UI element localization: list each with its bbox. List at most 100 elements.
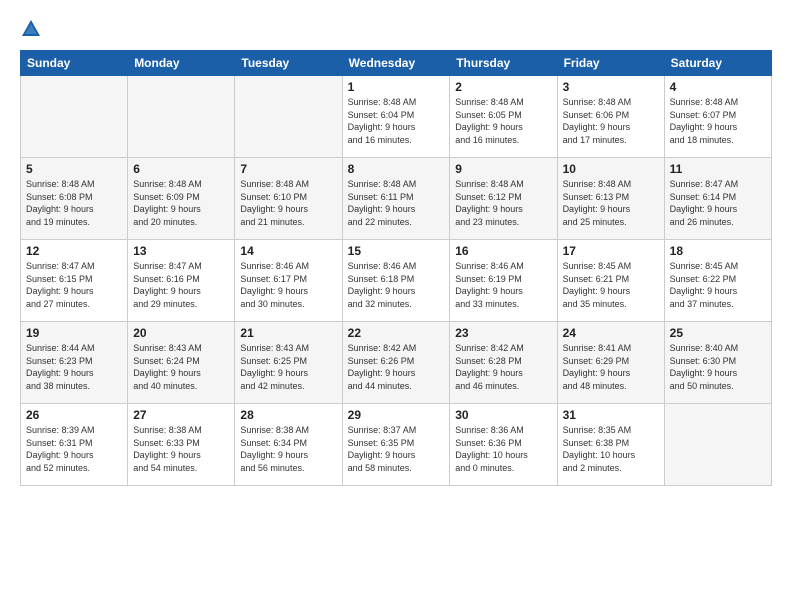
day-number: 25 — [670, 326, 766, 340]
day-info: Sunrise: 8:46 AM Sunset: 6:18 PM Dayligh… — [348, 260, 445, 310]
day-number: 3 — [563, 80, 659, 94]
calendar-week-row: 19 Sunrise: 8:44 AM Sunset: 6:23 PM Dayli… — [21, 322, 772, 404]
calendar-day-cell: 2 Sunrise: 8:48 AM Sunset: 6:05 PM Daylig… — [450, 76, 557, 158]
day-number: 13 — [133, 244, 229, 258]
day-info: Sunrise: 8:48 AM Sunset: 6:07 PM Dayligh… — [670, 96, 766, 146]
calendar-day-cell: 30Sunrise: 8:36 AM Sunset: 6:36 PM Dayli… — [450, 404, 557, 486]
weekday-header: Tuesday — [235, 51, 342, 76]
day-number: 24 — [563, 326, 659, 340]
calendar-day-cell: 3 Sunrise: 8:48 AM Sunset: 6:06 PM Daylig… — [557, 76, 664, 158]
day-number: 5 — [26, 162, 122, 176]
day-number: 6 — [133, 162, 229, 176]
day-number: 28 — [240, 408, 336, 422]
day-info: Sunrise: 8:48 AM Sunset: 6:13 PM Dayligh… — [563, 178, 659, 228]
calendar-day-cell: 13 Sunrise: 8:47 AM Sunset: 6:16 PM Dayli… — [128, 240, 235, 322]
day-number: 27 — [133, 408, 229, 422]
day-number: 12 — [26, 244, 122, 258]
day-info: Sunrise: 8:48 AM Sunset: 6:12 PM Dayligh… — [455, 178, 551, 228]
calendar-day-cell: 22 Sunrise: 8:42 AM Sunset: 6:26 PM Dayli… — [342, 322, 450, 404]
day-number: 10 — [563, 162, 659, 176]
calendar-day-cell: 21 Sunrise: 8:43 AM Sunset: 6:25 PM Dayli… — [235, 322, 342, 404]
weekday-header: Wednesday — [342, 51, 450, 76]
weekday-header: Sunday — [21, 51, 128, 76]
day-number: 2 — [455, 80, 551, 94]
calendar-day-cell: 18Sunrise: 8:45 AM Sunset: 6:22 PM Dayli… — [664, 240, 771, 322]
header — [20, 18, 772, 40]
calendar-day-cell: 8 Sunrise: 8:48 AM Sunset: 6:11 PM Daylig… — [342, 158, 450, 240]
day-info: Sunrise: 8:48 AM Sunset: 6:10 PM Dayligh… — [240, 178, 336, 228]
calendar-day-cell: 24 Sunrise: 8:41 AM Sunset: 6:29 PM Dayli… — [557, 322, 664, 404]
calendar-day-cell: 23Sunrise: 8:42 AM Sunset: 6:28 PM Dayli… — [450, 322, 557, 404]
weekday-header: Monday — [128, 51, 235, 76]
day-info: Sunrise: 8:44 AM Sunset: 6:23 PM Dayligh… — [26, 342, 122, 392]
day-number: 11 — [670, 162, 766, 176]
day-number: 8 — [348, 162, 445, 176]
day-info: Sunrise: 8:48 AM Sunset: 6:04 PM Dayligh… — [348, 96, 445, 146]
day-number: 19 — [26, 326, 122, 340]
day-number: 21 — [240, 326, 336, 340]
day-info: Sunrise: 8:37 AM Sunset: 6:35 PM Dayligh… — [348, 424, 445, 474]
day-info: Sunrise: 8:48 AM Sunset: 6:09 PM Dayligh… — [133, 178, 229, 228]
day-number: 17 — [563, 244, 659, 258]
calendar-header-row: SundayMondayTuesdayWednesdayThursdayFrid… — [21, 51, 772, 76]
calendar-day-cell: 14 Sunrise: 8:46 AM Sunset: 6:17 PM Dayli… — [235, 240, 342, 322]
calendar-day-cell: 4 Sunrise: 8:48 AM Sunset: 6:07 PM Daylig… — [664, 76, 771, 158]
calendar-day-cell: 5Sunrise: 8:48 AM Sunset: 6:08 PM Daylig… — [21, 158, 128, 240]
weekday-header: Friday — [557, 51, 664, 76]
calendar-day-cell — [235, 76, 342, 158]
day-info: Sunrise: 8:35 AM Sunset: 6:38 PM Dayligh… — [563, 424, 659, 474]
calendar-table: SundayMondayTuesdayWednesdayThursdayFrid… — [20, 50, 772, 486]
calendar-day-cell: 28Sunrise: 8:38 AM Sunset: 6:34 PM Dayli… — [235, 404, 342, 486]
calendar-day-cell — [128, 76, 235, 158]
calendar-day-cell: 9 Sunrise: 8:48 AM Sunset: 6:12 PM Daylig… — [450, 158, 557, 240]
day-info: Sunrise: 8:47 AM Sunset: 6:14 PM Dayligh… — [670, 178, 766, 228]
calendar-day-cell: 7Sunrise: 8:48 AM Sunset: 6:10 PM Daylig… — [235, 158, 342, 240]
day-number: 15 — [348, 244, 445, 258]
day-info: Sunrise: 8:45 AM Sunset: 6:21 PM Dayligh… — [563, 260, 659, 310]
calendar-day-cell: 17 Sunrise: 8:45 AM Sunset: 6:21 PM Dayli… — [557, 240, 664, 322]
calendar-day-cell: 15 Sunrise: 8:46 AM Sunset: 6:18 PM Dayli… — [342, 240, 450, 322]
day-info: Sunrise: 8:41 AM Sunset: 6:29 PM Dayligh… — [563, 342, 659, 392]
logo — [20, 18, 46, 40]
calendar-day-cell: 26 Sunrise: 8:39 AM Sunset: 6:31 PM Dayli… — [21, 404, 128, 486]
calendar-day-cell — [664, 404, 771, 486]
day-info: Sunrise: 8:45 AM Sunset: 6:22 PM Dayligh… — [670, 260, 766, 310]
calendar-day-cell: 20 Sunrise: 8:43 AM Sunset: 6:24 PM Dayli… — [128, 322, 235, 404]
day-info: Sunrise: 8:48 AM Sunset: 6:05 PM Dayligh… — [455, 96, 551, 146]
calendar-day-cell: 16Sunrise: 8:46 AM Sunset: 6:19 PM Dayli… — [450, 240, 557, 322]
calendar-day-cell: 31 Sunrise: 8:35 AM Sunset: 6:38 PM Dayli… — [557, 404, 664, 486]
calendar-day-cell — [21, 76, 128, 158]
day-info: Sunrise: 8:39 AM Sunset: 6:31 PM Dayligh… — [26, 424, 122, 474]
calendar-day-cell: 29Sunrise: 8:37 AM Sunset: 6:35 PM Dayli… — [342, 404, 450, 486]
day-number: 1 — [348, 80, 445, 94]
day-info: Sunrise: 8:46 AM Sunset: 6:17 PM Dayligh… — [240, 260, 336, 310]
day-number: 20 — [133, 326, 229, 340]
day-info: Sunrise: 8:47 AM Sunset: 6:15 PM Dayligh… — [26, 260, 122, 310]
calendar-day-cell: 10 Sunrise: 8:48 AM Sunset: 6:13 PM Dayli… — [557, 158, 664, 240]
day-info: Sunrise: 8:40 AM Sunset: 6:30 PM Dayligh… — [670, 342, 766, 392]
day-info: Sunrise: 8:48 AM Sunset: 6:11 PM Dayligh… — [348, 178, 445, 228]
day-number: 14 — [240, 244, 336, 258]
calendar-day-cell: 27Sunrise: 8:38 AM Sunset: 6:33 PM Dayli… — [128, 404, 235, 486]
day-number: 4 — [670, 80, 766, 94]
weekday-header: Saturday — [664, 51, 771, 76]
day-info: Sunrise: 8:47 AM Sunset: 6:16 PM Dayligh… — [133, 260, 229, 310]
calendar-week-row: 5Sunrise: 8:48 AM Sunset: 6:08 PM Daylig… — [21, 158, 772, 240]
day-info: Sunrise: 8:48 AM Sunset: 6:06 PM Dayligh… — [563, 96, 659, 146]
day-info: Sunrise: 8:42 AM Sunset: 6:26 PM Dayligh… — [348, 342, 445, 392]
calendar-week-row: 1 Sunrise: 8:48 AM Sunset: 6:04 PM Daylig… — [21, 76, 772, 158]
day-number: 30 — [455, 408, 551, 422]
day-number: 26 — [26, 408, 122, 422]
calendar-day-cell: 12 Sunrise: 8:47 AM Sunset: 6:15 PM Dayli… — [21, 240, 128, 322]
calendar-day-cell: 25 Sunrise: 8:40 AM Sunset: 6:30 PM Dayli… — [664, 322, 771, 404]
calendar-week-row: 26 Sunrise: 8:39 AM Sunset: 6:31 PM Dayli… — [21, 404, 772, 486]
day-info: Sunrise: 8:43 AM Sunset: 6:24 PM Dayligh… — [133, 342, 229, 392]
calendar-day-cell: 19 Sunrise: 8:44 AM Sunset: 6:23 PM Dayli… — [21, 322, 128, 404]
calendar-day-cell: 11 Sunrise: 8:47 AM Sunset: 6:14 PM Dayli… — [664, 158, 771, 240]
day-number: 31 — [563, 408, 659, 422]
day-number: 9 — [455, 162, 551, 176]
day-info: Sunrise: 8:42 AM Sunset: 6:28 PM Dayligh… — [455, 342, 551, 392]
day-number: 22 — [348, 326, 445, 340]
day-number: 16 — [455, 244, 551, 258]
day-info: Sunrise: 8:43 AM Sunset: 6:25 PM Dayligh… — [240, 342, 336, 392]
